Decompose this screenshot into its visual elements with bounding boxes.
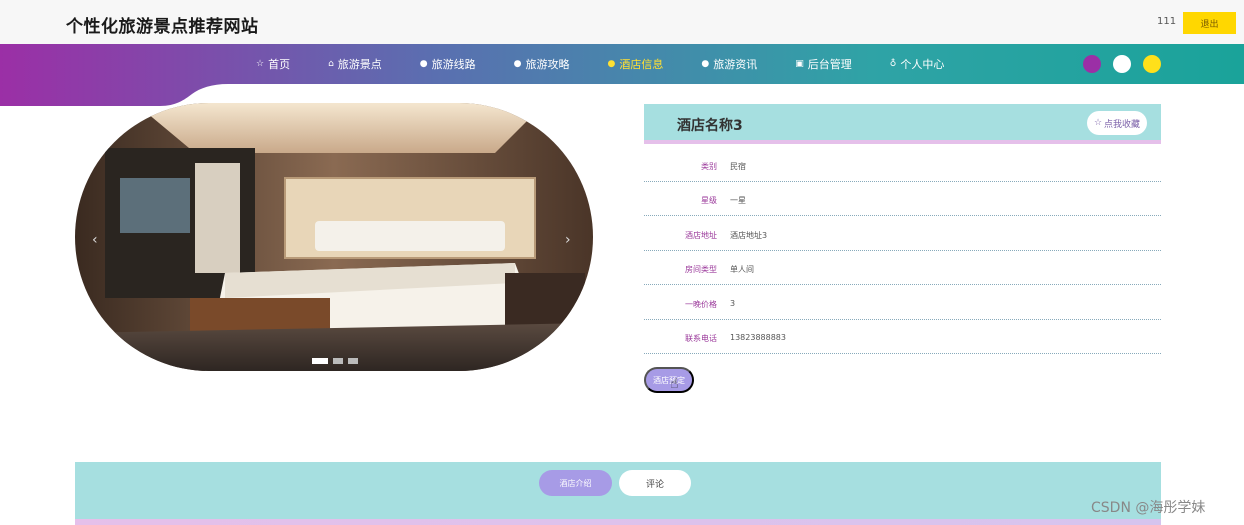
attr-row-price: 一晚价格 3 [644, 286, 1161, 320]
theme-white-button[interactable] [1113, 55, 1131, 73]
hotel-detail-page: 个性化旅游景点推荐网站 111 退出 ☆ 首页 ⌂ 旅游景点 ● 旅游线路 ● 旅游攻略… [0, 0, 1244, 525]
site-title: 个性化旅游景点推荐网站 [66, 17, 259, 37]
admin-icon: ▣ [795, 59, 804, 69]
book-hotel-button[interactable]: 酒店预定 [644, 367, 694, 393]
theme-switcher [1083, 55, 1161, 73]
hand-cursor-icon: ☝ [670, 376, 679, 392]
nav-item-label: 酒店信息 [619, 58, 664, 71]
attr-value: 民宿 [730, 162, 746, 171]
favorite-label: 点我收藏 [1104, 119, 1141, 130]
carousel-indicator[interactable] [333, 358, 343, 364]
attr-row-phone: 联系电话 13823888883 [644, 320, 1161, 354]
nav-item-label: 旅游线路 [431, 58, 476, 71]
nav-item-routes[interactable]: ● 旅游线路 [420, 56, 476, 72]
attr-row-category: 类别 民宿 [644, 148, 1161, 182]
carousel-prev-icon[interactable]: ‹ [92, 232, 98, 248]
nav-item-label: 后台管理 [807, 58, 852, 71]
nav-item-label: 旅游资讯 [713, 58, 758, 71]
nav-item-label: 旅游攻略 [525, 58, 570, 71]
star-outline-icon: ☆ [1093, 118, 1103, 128]
attr-label: 一晚价格 [685, 300, 717, 309]
dot-icon: ● [513, 59, 522, 69]
attr-row-address: 酒店地址 酒店地址3 [644, 217, 1161, 251]
carousel-next-icon[interactable]: › [565, 232, 571, 248]
nav-item-news[interactable]: ● 旅游资讯 [701, 56, 757, 72]
top-header: 个性化旅游景点推荐网站 111 退出 [0, 0, 1244, 44]
dot-icon: ● [607, 59, 616, 69]
nav-item-guides[interactable]: ● 旅游攻略 [514, 56, 570, 72]
nav-item-label: 首页 [268, 58, 291, 71]
user-icon: ♁ [889, 59, 897, 69]
attr-row-star: 星级 一星 [644, 182, 1161, 216]
attr-label: 联系电话 [685, 334, 717, 343]
theme-purple-button[interactable] [1083, 55, 1101, 73]
attr-value: 13823888883 [730, 333, 786, 342]
attr-label: 酒店地址 [685, 231, 717, 240]
attr-value: 3 [730, 299, 736, 308]
nav-item-label: 个人中心 [900, 58, 945, 71]
dot-icon: ● [701, 59, 710, 69]
nav-item-label: 旅游景点 [337, 58, 382, 71]
home-icon: ⌂ [328, 59, 334, 69]
detail-tabs-band [75, 462, 1161, 525]
tab-comments[interactable]: 评论 [619, 470, 691, 496]
nav-item-hotels[interactable]: ● 酒店信息 [608, 56, 664, 72]
watermark: CSDN @海彤学妹 [1091, 500, 1206, 516]
hotel-room-image [75, 103, 593, 371]
dot-icon: ● [419, 59, 428, 69]
hotel-image-carousel[interactable] [75, 103, 593, 371]
nav-item-profile[interactable]: ♁ 个人中心 [890, 56, 945, 72]
hotel-name: 酒店名称3 [677, 118, 743, 134]
carousel-indicators [312, 358, 358, 364]
attr-label: 房间类型 [685, 265, 717, 274]
logout-button[interactable]: 退出 [1183, 12, 1236, 34]
favorite-button[interactable]: ☆ 点我收藏 [1087, 111, 1147, 135]
nav-item-home[interactable]: ☆ 首页 [256, 56, 290, 72]
nav-item-attractions[interactable]: ⌂ 旅游景点 [328, 56, 382, 72]
attr-row-room-type: 房间类型 单人间 [644, 251, 1161, 285]
nav-item-admin[interactable]: ▣ 后台管理 [795, 56, 852, 72]
attr-label: 星级 [701, 196, 717, 205]
attr-label: 类别 [701, 162, 717, 171]
main-nav: ☆ 首页 ⌂ 旅游景点 ● 旅游线路 ● 旅游攻略 ● 酒店信息 ● 旅游资讯 ▣ 后台管理 … [256, 44, 982, 84]
tab-hotel-intro[interactable]: 酒店介绍 [539, 470, 612, 496]
carousel-indicator[interactable] [312, 358, 328, 364]
detail-header: 酒店名称3 ☆ 点我收藏 [644, 104, 1161, 144]
username-label: 111 [1157, 16, 1177, 27]
attr-value: 单人间 [730, 265, 754, 274]
attr-value: 酒店地址3 [730, 231, 768, 240]
carousel-indicator[interactable] [348, 358, 358, 364]
star-icon: ☆ [256, 59, 265, 69]
band-stripe [75, 519, 1161, 525]
attr-value: 一星 [730, 196, 746, 205]
theme-yellow-button[interactable] [1143, 55, 1161, 73]
